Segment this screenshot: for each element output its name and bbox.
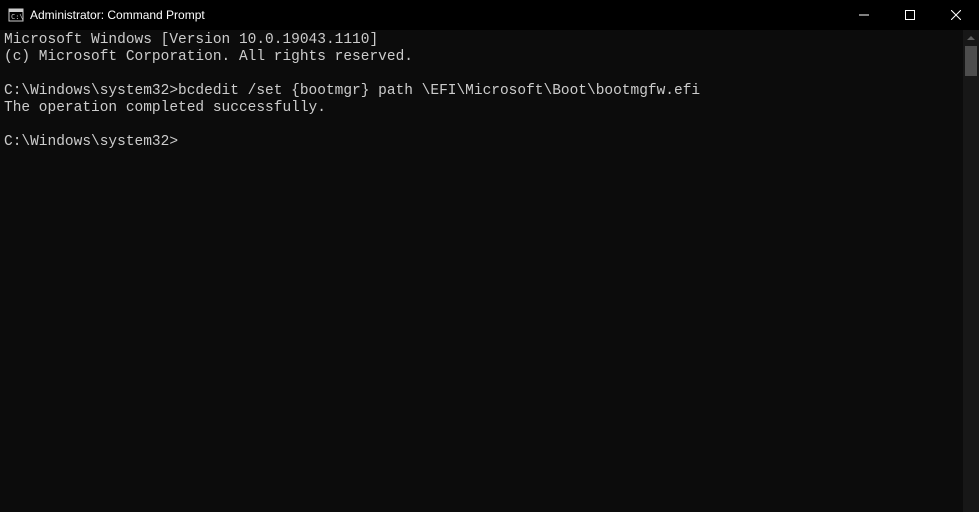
window-title: Administrator: Command Prompt	[30, 8, 205, 22]
prompt-1: C:\Windows\system32>	[4, 83, 178, 99]
app-icon: C:\	[8, 7, 24, 23]
blank-line-2	[4, 117, 959, 134]
version-line: Microsoft Windows [Version 10.0.19043.11…	[4, 32, 959, 49]
vertical-scrollbar[interactable]	[963, 30, 979, 512]
command-line-1: C:\Windows\system32>bcdedit /set {bootmg…	[4, 83, 959, 100]
result-line-1: The operation completed successfully.	[4, 100, 959, 117]
current-prompt-line: C:\Windows\system32>	[4, 134, 959, 151]
prompt-2: C:\Windows\system32>	[4, 134, 178, 150]
content-area: Microsoft Windows [Version 10.0.19043.11…	[0, 30, 979, 512]
copyright-line: (c) Microsoft Corporation. All rights re…	[4, 49, 959, 66]
titlebar[interactable]: C:\ Administrator: Command Prompt	[0, 0, 979, 30]
svg-text:C:\: C:\	[11, 13, 24, 21]
scrollbar-thumb[interactable]	[965, 46, 977, 76]
terminal-output[interactable]: Microsoft Windows [Version 10.0.19043.11…	[0, 30, 963, 512]
minimize-button[interactable]	[841, 0, 887, 30]
command-1-text: bcdedit /set {bootmgr} path \EFI\Microso…	[178, 83, 700, 99]
close-button[interactable]	[933, 0, 979, 30]
maximize-button[interactable]	[887, 0, 933, 30]
scrollbar-up-arrow[interactable]	[963, 30, 979, 46]
blank-line	[4, 66, 959, 83]
command-prompt-window: C:\ Administrator: Command Prompt Micros…	[0, 0, 979, 512]
window-controls	[841, 0, 979, 30]
